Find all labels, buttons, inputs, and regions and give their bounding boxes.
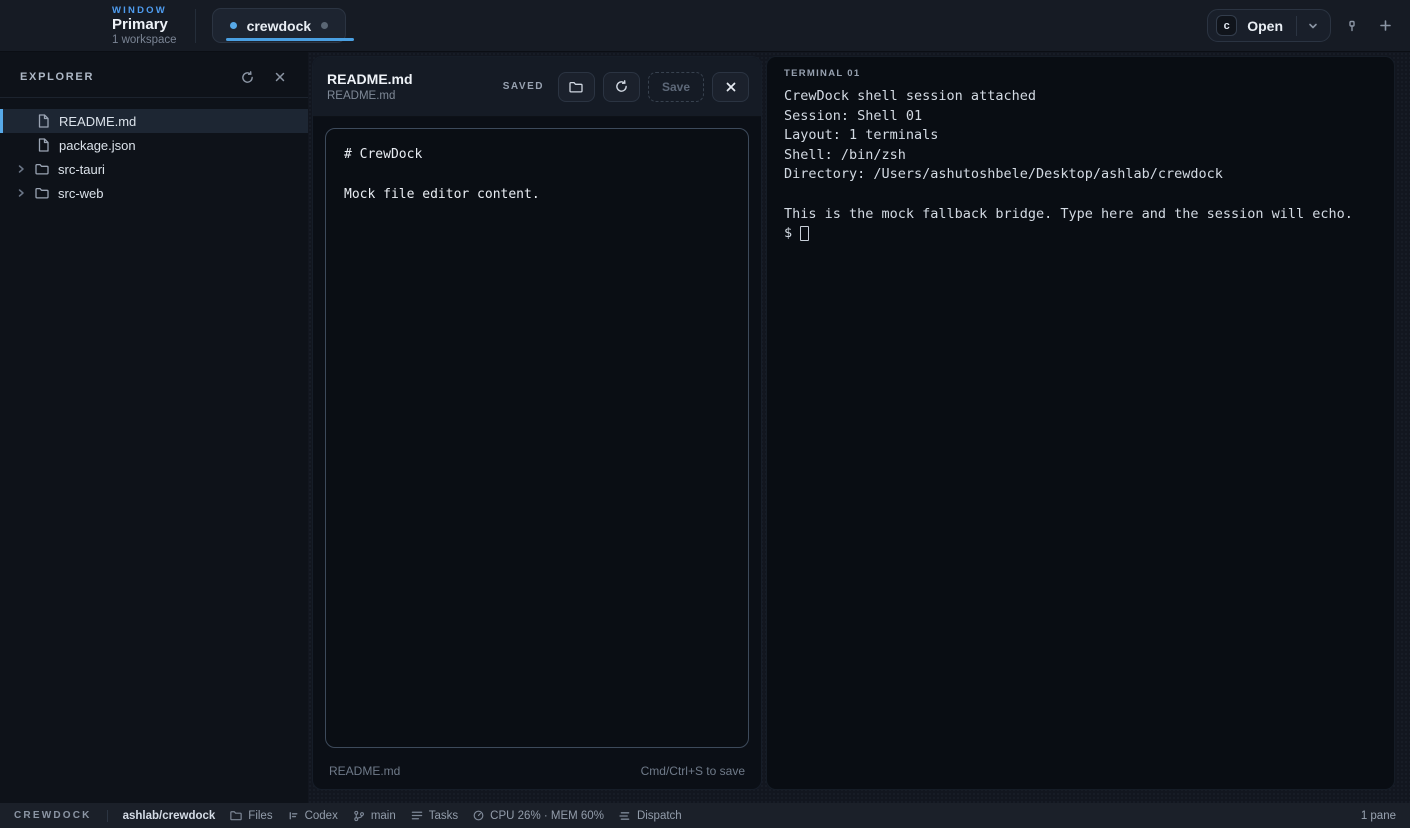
editor-footer-filename: README.md xyxy=(329,764,400,778)
topbar-right: c Open xyxy=(1207,9,1410,42)
file-label: package.json xyxy=(59,138,136,153)
statusbar: CREWDOCK ashlab/crewdock Files Codex mai… xyxy=(0,803,1410,828)
chevron-right-icon xyxy=(16,188,26,198)
statusbar-item-label: Files xyxy=(248,810,272,822)
terminal-line: Session: Shell 01 xyxy=(784,107,1377,127)
editor-footer: README.md Cmd/Ctrl+S to save xyxy=(313,759,761,789)
refresh-icon[interactable] xyxy=(239,69,255,85)
tab-close-dot[interactable] xyxy=(321,22,328,29)
brand-label: CREWDOCK xyxy=(14,810,92,821)
file-icon xyxy=(37,138,50,152)
open-badge: c xyxy=(1216,15,1237,36)
statusbar-item-files[interactable]: Files xyxy=(230,810,272,822)
pin-icon[interactable] xyxy=(1340,14,1364,38)
close-icon[interactable] xyxy=(272,69,288,85)
editor-file-path: README.md xyxy=(327,90,413,102)
plus-icon[interactable] xyxy=(1373,14,1397,38)
editor-file-title: README.md xyxy=(327,71,413,87)
file-row-readme[interactable]: README.md xyxy=(0,109,308,133)
editor-body: # CrewDock Mock file editor content. xyxy=(313,117,761,759)
editor-panel: README.md README.md SAVED Save xyxy=(312,56,762,790)
folder-row-src-web[interactable]: src-web xyxy=(0,181,308,205)
pane-count: 1 pane xyxy=(1361,810,1396,822)
statusbar-item-label: main xyxy=(371,810,396,822)
editor-save-hint: Cmd/Ctrl+S to save xyxy=(641,764,745,778)
statusbar-separator xyxy=(107,810,108,822)
statusbar-item-label: CPU 26% · MEM 60% xyxy=(490,810,604,822)
tab-active-dot xyxy=(230,22,237,29)
statusbar-item-branch[interactable]: main xyxy=(353,810,396,822)
tab-active-underline xyxy=(226,38,354,41)
terminal-line: Directory: /Users/ashutoshbele/Desktop/a… xyxy=(784,165,1377,185)
statusbar-item-label: Dispatch xyxy=(637,810,682,822)
folder-icon xyxy=(35,163,49,175)
explorer-sidebar: EXPLORER README.md xyxy=(0,52,308,803)
main-area: EXPLORER README.md xyxy=(0,52,1410,803)
terminal-prompt[interactable]: $ xyxy=(784,224,1377,244)
explorer-header: EXPLORER xyxy=(0,52,308,98)
folder-icon xyxy=(569,81,583,93)
tab-label: crewdock xyxy=(247,18,312,34)
chevron-down-icon[interactable] xyxy=(1307,20,1319,32)
editor-header: README.md README.md SAVED Save xyxy=(313,57,761,117)
open-folder-button[interactable] xyxy=(558,72,595,102)
folder-label: src-web xyxy=(58,186,104,201)
tasks-icon xyxy=(411,810,423,821)
chevron-right-icon xyxy=(16,164,26,174)
statusbar-item-codex[interactable]: Codex xyxy=(288,810,338,822)
terminal-cursor xyxy=(800,226,809,241)
refresh-icon xyxy=(615,80,628,93)
editor-titles: README.md README.md xyxy=(327,71,413,102)
statusbar-item-resources: CPU 26% · MEM 60% xyxy=(473,810,604,822)
gauge-icon xyxy=(473,810,484,821)
codex-icon xyxy=(288,810,299,821)
repo-label[interactable]: ashlab/crewdock xyxy=(123,810,216,822)
folder-row-src-tauri[interactable]: src-tauri xyxy=(0,157,308,181)
terminal-title: TERMINAL 01 xyxy=(784,68,1377,79)
file-tree: README.md package.json src-tauri xyxy=(0,98,308,205)
tab-crewdock[interactable]: crewdock xyxy=(212,8,347,43)
app-window: WINDOW Primary 1 workspace crewdock c Op… xyxy=(0,0,1410,828)
window-info: WINDOW Primary 1 workspace xyxy=(112,5,177,46)
open-separator xyxy=(1296,16,1297,36)
folder-label: src-tauri xyxy=(58,162,105,177)
terminal-line: Layout: 1 terminals xyxy=(784,126,1377,146)
save-button[interactable]: Save xyxy=(648,72,704,102)
window-name: Primary xyxy=(112,17,177,33)
open-label: Open xyxy=(1247,18,1283,34)
window-label: WINDOW xyxy=(112,5,177,16)
terminal-line: This is the mock fallback bridge. Type h… xyxy=(784,205,1377,225)
prompt-symbol: $ xyxy=(784,224,792,244)
folder-icon xyxy=(230,810,242,821)
file-icon xyxy=(37,114,50,128)
explorer-title: EXPLORER xyxy=(20,71,94,83)
close-editor-button[interactable] xyxy=(712,72,749,102)
topbar: WINDOW Primary 1 workspace crewdock c Op… xyxy=(0,0,1410,52)
file-label: README.md xyxy=(59,114,136,129)
folder-icon xyxy=(35,187,49,199)
workspace-count: 1 workspace xyxy=(112,34,177,46)
dispatch-icon xyxy=(619,811,631,821)
statusbar-item-tasks[interactable]: Tasks xyxy=(411,810,458,822)
topbar-divider xyxy=(195,9,196,43)
explorer-actions xyxy=(239,69,288,85)
terminal-line: Shell: /bin/zsh xyxy=(784,146,1377,166)
file-row-package-json[interactable]: package.json xyxy=(0,133,308,157)
reload-file-button[interactable] xyxy=(603,72,640,102)
close-icon xyxy=(725,81,737,93)
statusbar-item-dispatch[interactable]: Dispatch xyxy=(619,810,682,822)
terminal-line: CrewDock shell session attached xyxy=(784,87,1377,107)
statusbar-item-label: Codex xyxy=(305,810,338,822)
terminal-panel[interactable]: TERMINAL 01 CrewDock shell session attac… xyxy=(766,56,1395,790)
terminal-line xyxy=(784,185,1377,205)
open-button[interactable]: c Open xyxy=(1207,9,1331,42)
editor-textarea[interactable]: # CrewDock Mock file editor content. xyxy=(325,128,749,748)
git-branch-icon xyxy=(353,810,365,822)
editor-actions: SAVED Save xyxy=(503,72,749,102)
saved-status-badge: SAVED xyxy=(503,81,544,92)
statusbar-item-label: Tasks xyxy=(429,810,458,822)
